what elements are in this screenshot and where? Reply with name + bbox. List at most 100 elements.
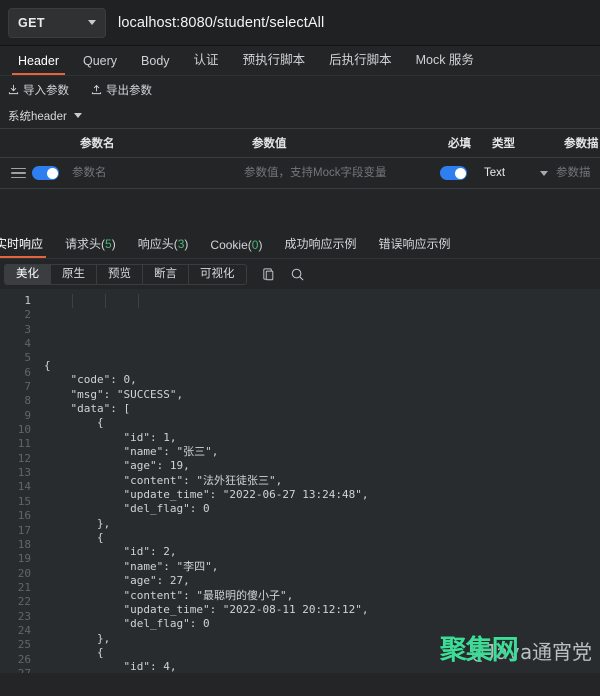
view-mode-preview[interactable]: 预览 (97, 264, 143, 284)
request-tab-bar: Header Query Body 认证 预执行脚本 后执行脚本 Mock 服务 (0, 46, 600, 76)
tab-post-script[interactable]: 后执行脚本 (317, 49, 404, 75)
tab-pre-script[interactable]: 预执行脚本 (231, 49, 318, 75)
request-headers-count: 5 (105, 237, 112, 251)
search-icon[interactable] (290, 267, 305, 282)
response-code-editor[interactable]: 1 2 3 4 5 6 7 8 9 10 11 12 13 14 15 16 17 18 19 20 21 22 23 24 2… (0, 289, 600, 673)
line-number: 9 (24, 408, 31, 422)
row-desc-cell (556, 157, 600, 189)
code-line: { (44, 645, 104, 659)
code-line: { (44, 416, 104, 430)
row-value-cell (244, 157, 440, 189)
code-line: { (44, 531, 104, 545)
param-required-toggle[interactable] (440, 166, 467, 180)
row-drag-cell (0, 157, 32, 189)
code-line: "name": "李四", (44, 559, 219, 573)
code-line: "id": 2, (44, 545, 177, 559)
indent-guide (72, 294, 73, 309)
export-params-button[interactable]: 导出参数 (91, 82, 152, 98)
line-number: 19 (17, 552, 31, 566)
response-tab-bar: 实时响应 请求头(5) 响应头(3) Cookie(0) 成功响应示例 错误响应… (0, 231, 600, 259)
param-io-row: 导入参数 导出参数 (0, 76, 600, 103)
tab-error-example[interactable]: 错误响应示例 (367, 235, 461, 258)
param-type-select[interactable]: Text (484, 167, 556, 179)
copy-icon[interactable] (261, 267, 276, 282)
code-line: "id": 4, (44, 660, 177, 673)
code-line: "update_time": "2022-08-11 20:12:12", (44, 602, 369, 616)
code-line: "msg": "SUCCESS", (44, 387, 184, 401)
import-params-button[interactable]: 导入参数 (8, 82, 69, 98)
code-line: "del_flag": 0 (44, 617, 210, 631)
view-mode-visualize[interactable]: 可视化 (189, 265, 246, 284)
tab-query[interactable]: Query (71, 54, 129, 75)
code-line: "name": "张三", (44, 445, 219, 459)
line-number: 12 (17, 451, 31, 465)
param-value-input[interactable] (244, 158, 440, 188)
import-params-label: 导入参数 (23, 84, 69, 97)
line-number: 24 (17, 623, 31, 637)
code-line: "code": 0, (44, 373, 137, 387)
col-type: 类型 (484, 128, 556, 158)
col-enabled (32, 128, 72, 158)
tab-body[interactable]: Body (129, 54, 182, 75)
col-description: 参数描 (556, 128, 600, 158)
request-url-bar: GET (0, 0, 600, 46)
col-handle (0, 128, 32, 158)
line-number: 20 (17, 566, 31, 580)
code-line: "data": [ (44, 402, 131, 416)
view-mode-raw[interactable]: 原生 (51, 264, 97, 284)
code-line: { (44, 359, 51, 372)
row-required-cell (440, 157, 484, 189)
tab-auth[interactable]: 认证 (182, 49, 231, 75)
col-param-name: 参数名 (72, 128, 244, 158)
line-number: 26 (17, 652, 31, 666)
tab-mock-service[interactable]: Mock 服务 (404, 49, 486, 75)
line-number: 14 (17, 480, 31, 494)
col-required: 必填 (440, 128, 484, 158)
http-method-label: GET (18, 15, 45, 30)
editor-code-content[interactable]: { "code": 0, "msg": "SUCCESS", "data": [… (38, 289, 600, 673)
line-number: 6 (24, 365, 31, 379)
line-number: 8 (24, 394, 31, 408)
line-number: 5 (24, 351, 31, 365)
code-line: "age": 27, (44, 574, 190, 588)
upload-icon (91, 84, 102, 95)
table-row: Text (0, 157, 600, 189)
system-header-group-toggle[interactable]: 系统header (0, 103, 600, 128)
tab-header[interactable]: Header (6, 54, 71, 75)
tab-request-headers-label: 请求头 (65, 237, 102, 251)
line-number: 21 (17, 580, 31, 594)
line-number: 3 (24, 322, 31, 336)
code-line: "age": 19, (44, 459, 190, 473)
param-name-input[interactable] (72, 158, 244, 188)
tab-realtime-response[interactable]: 实时响应 (0, 235, 54, 258)
response-view-toolbar: 美化 原生 预览 断言 可视化 (0, 259, 600, 289)
export-params-label: 导出参数 (106, 84, 152, 97)
code-line: "content": "法外狂徒张三", (44, 473, 283, 487)
code-line: "content": "最聪明的傻小子", (44, 588, 294, 602)
param-desc-input[interactable] (556, 158, 600, 188)
line-number: 7 (24, 380, 31, 394)
code-line: "update_time": "2022-06-27 13:24:48", (44, 488, 369, 502)
tab-request-headers[interactable]: 请求头(5) (54, 235, 127, 258)
tab-success-example[interactable]: 成功响应示例 (273, 235, 367, 258)
chevron-down-icon (73, 113, 82, 118)
indent-guide (105, 294, 106, 309)
chevron-down-icon (88, 20, 96, 25)
tab-response-headers[interactable]: 响应头(3) (127, 235, 200, 258)
view-mode-assert[interactable]: 断言 (143, 264, 189, 284)
drag-handle-icon[interactable] (11, 167, 26, 179)
line-number: 11 (17, 437, 31, 451)
code-line: }, (44, 516, 111, 530)
param-enabled-toggle[interactable] (32, 166, 59, 180)
http-method-select[interactable]: GET (8, 7, 106, 38)
view-mode-segmented: 美化 原生 预览 断言 可视化 (4, 263, 247, 285)
row-name-cell (72, 157, 244, 189)
cookie-count: 0 (251, 238, 259, 252)
view-mode-beautify[interactable]: 美化 (5, 264, 51, 284)
row-enabled-cell (32, 157, 72, 189)
line-number: 25 (17, 638, 31, 652)
line-number: 15 (17, 494, 31, 508)
code-line: "id": 1, (44, 430, 177, 444)
tab-cookie[interactable]: Cookie(0) (199, 238, 273, 258)
request-url-input[interactable] (118, 7, 592, 38)
